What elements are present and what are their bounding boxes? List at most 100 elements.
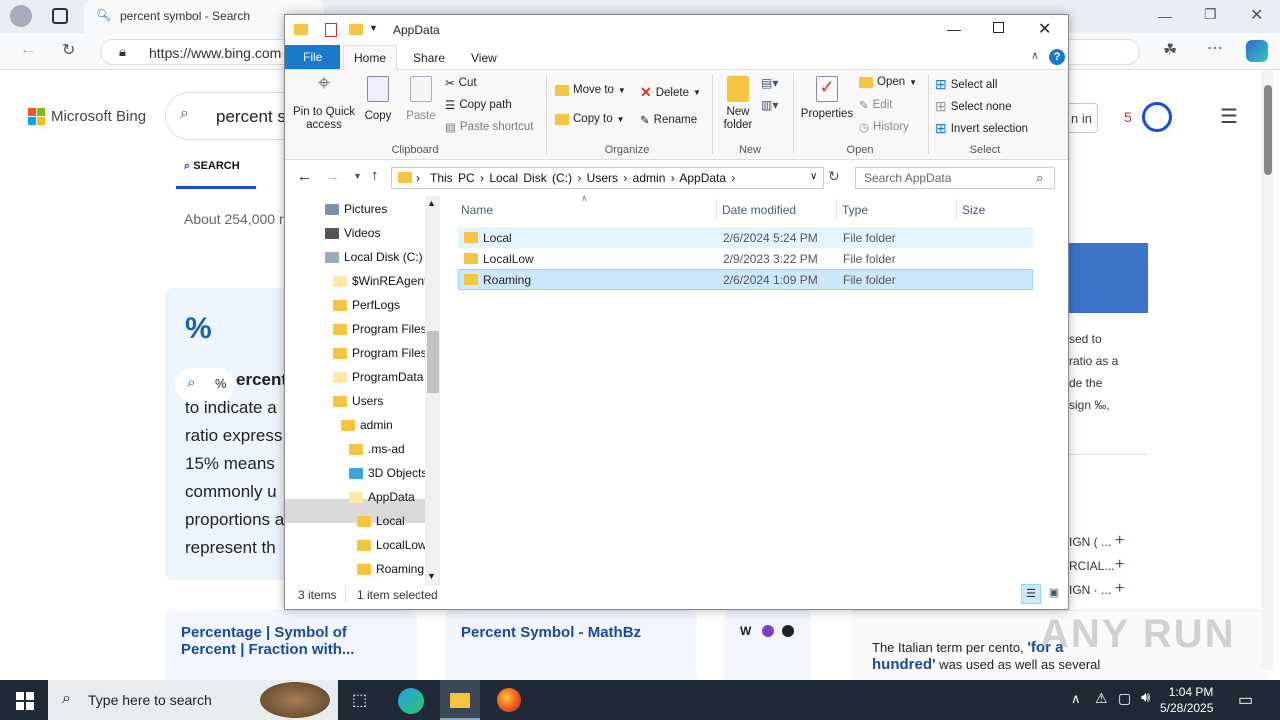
copy-path-button[interactable]: ☰ Copy path (445, 98, 512, 112)
close-icon[interactable]: ✕ (1038, 19, 1051, 39)
minimize-icon[interactable]: — (947, 21, 961, 37)
related-link[interactable]: RCIAL... (1069, 559, 1114, 573)
notification-icon[interactable]: ▭ (1238, 690, 1253, 710)
visual-search-button[interactable]: ⌕ % (175, 368, 235, 402)
tree-item-pictures[interactable]: Pictures (325, 198, 387, 220)
edit-button[interactable]: ✎ Edit (859, 98, 892, 112)
explorer-address-bar[interactable]: › This PC › Local Disk (C:) › Users › ad… (391, 167, 824, 189)
tree-item-ms-ad[interactable]: .ms-ad (349, 438, 405, 460)
copy-button[interactable]: Copy (363, 76, 393, 122)
details-view-icon[interactable]: ☰ (1021, 584, 1041, 604)
taskbar-search-box[interactable]: ⌕ Type here to search (48, 680, 338, 720)
copilot-icon[interactable] (1246, 40, 1268, 62)
back-icon[interactable]: ← (20, 41, 36, 59)
refresh-icon[interactable]: ↻ (62, 40, 75, 60)
scroll-up-icon[interactable]: ▲ (427, 198, 436, 208)
column-header-size[interactable]: Size (962, 203, 985, 217)
column-header-name[interactable]: Name (461, 203, 493, 217)
history-button[interactable]: ◷ History (859, 120, 909, 134)
tree-item-3d-objects[interactable]: 3D Objects (349, 462, 427, 484)
minimize-icon[interactable]: — (1158, 8, 1172, 24)
help-icon[interactable]: ? (1049, 49, 1065, 65)
result-image[interactable] (1069, 243, 1148, 313)
invert-selection-button[interactable]: ⊞ Invert selection (935, 120, 1028, 137)
easy-access-icon[interactable]: ▥▾ (761, 98, 778, 112)
address-dropdown-icon[interactable]: ∨ (810, 171, 817, 182)
bing-logo[interactable]: Microsoft Bing (28, 108, 146, 125)
refresh-icon[interactable]: ↻ (828, 168, 840, 185)
tab-file[interactable]: File (285, 45, 340, 69)
tree-item-videos[interactable]: Videos (325, 222, 380, 244)
source-icons-card[interactable]: W (724, 610, 811, 680)
paste-button[interactable]: Paste (403, 76, 439, 122)
hamburger-menu-icon[interactable]: ☰ (1220, 104, 1238, 129)
file-row[interactable]: Local 2/6/2024 5:24 PM File folder (458, 227, 1033, 248)
select-all-button[interactable]: ⊞ Select all (935, 76, 997, 93)
new-folder-qat-icon[interactable] (349, 24, 363, 35)
cut-button[interactable]: ✂ Cut (445, 76, 477, 90)
tree-item-admin[interactable]: admin (341, 414, 393, 436)
result-card-percentage[interactable]: Percentage | Symbol of Percent | Fractio… (165, 610, 417, 680)
start-button-icon[interactable] (16, 692, 34, 710)
properties-qat-icon[interactable] (325, 23, 337, 37)
rewards-icon[interactable] (1142, 102, 1172, 132)
copy-to-button[interactable]: Copy to ▼ (555, 113, 625, 125)
extensions-icon[interactable]: ☘ (1163, 40, 1177, 60)
network-status-icon[interactable]: ⚠︎ (1095, 690, 1108, 707)
task-view-icon[interactable]: ⬚ (352, 690, 367, 710)
taskbar-clock[interactable]: 1:04 PM 5/28/2025 (1160, 684, 1213, 716)
profile-avatar[interactable] (10, 5, 32, 27)
column-header-type[interactable]: Type (842, 203, 868, 217)
tree-item-winreagent[interactable]: $WinREAgent (333, 270, 427, 292)
edge-taskbar-icon[interactable] (398, 688, 424, 714)
up-icon[interactable]: ↑ (371, 167, 379, 184)
tree-item-users[interactable]: Users (333, 390, 383, 412)
tree-item-perflogs[interactable]: PerfLogs (333, 294, 400, 316)
maximize-icon[interactable] (993, 22, 1004, 33)
delete-button[interactable]: ✕ Delete ▼ (640, 84, 701, 101)
paste-shortcut-button[interactable]: ▤ Paste shortcut (445, 120, 533, 134)
tab-home[interactable]: Home (343, 45, 397, 70)
network-icon[interactable]: ▢ (1118, 690, 1131, 707)
new-folder-button[interactable]: New folder (718, 76, 758, 132)
tree-item-locallow[interactable]: LocalLow (357, 534, 427, 556)
tree-item-appdata[interactable]: AppData (349, 486, 415, 508)
expand-plus-icon[interactable]: + (1115, 556, 1124, 574)
tree-item-program-files[interactable]: Program Files (333, 318, 427, 340)
tree-item-program-files-x86[interactable]: Program Files (333, 342, 427, 364)
tree-item-programdata[interactable]: ProgramData (333, 366, 423, 388)
recent-locations-icon[interactable]: ▼ (353, 171, 362, 181)
qat-dropdown-icon[interactable]: ▼ (369, 23, 378, 33)
related-link[interactable]: IGN ( ... (1069, 535, 1111, 549)
new-item-icon[interactable]: ▤▾ (761, 76, 778, 90)
expand-plus-icon[interactable]: + (1115, 532, 1124, 550)
tab-actions-icon[interactable] (52, 8, 68, 24)
firefox-icon[interactable] (497, 688, 521, 712)
properties-button[interactable]: ✓ Properties (799, 76, 855, 120)
move-to-button[interactable]: Move to ▼ (555, 84, 626, 96)
tree-item-roaming[interactable]: Roaming (357, 558, 424, 580)
tab-share[interactable]: Share (413, 51, 445, 65)
show-hidden-icons-icon[interactable]: ∧ (1071, 691, 1081, 707)
large-icons-view-icon[interactable]: ▣ (1045, 584, 1063, 604)
file-row-selected[interactable]: Roaming 2/6/2024 1:09 PM File folder (458, 269, 1033, 290)
file-row[interactable]: LocalLow 2/9/2023 3:22 PM File folder (458, 248, 1033, 269)
tree-item-local[interactable]: Local (357, 510, 405, 532)
tree-scrollbar-thumb[interactable] (427, 331, 439, 393)
page-scrollbar-thumb[interactable] (1264, 85, 1272, 175)
back-icon[interactable]: ← (297, 168, 312, 185)
open-button[interactable]: Open ▼ (859, 76, 917, 88)
tab-search[interactable]: ⌕ SEARCH (184, 160, 240, 173)
related-link[interactable]: IGN · ... (1069, 583, 1111, 597)
tab-view[interactable]: View (471, 51, 497, 65)
result-card-mathbz[interactable]: Percent Symbol - MathBz (445, 610, 697, 680)
more-menu-icon[interactable]: ⋯ (1207, 38, 1223, 58)
pin-quick-access-button[interactable]: ⌖ Pin to Quick access (291, 72, 357, 132)
rename-button[interactable]: ✎ Rename (640, 113, 697, 127)
select-none-button[interactable]: ⊞ Select none (935, 98, 1011, 115)
forward-icon[interactable]: → (325, 168, 340, 185)
tree-item-local-disk[interactable]: Local Disk (C:) (325, 246, 423, 268)
column-header-date[interactable]: Date modified (722, 203, 796, 217)
scroll-down-icon[interactable]: ▼ (427, 571, 436, 581)
restore-icon[interactable]: ❐ (1204, 6, 1217, 23)
